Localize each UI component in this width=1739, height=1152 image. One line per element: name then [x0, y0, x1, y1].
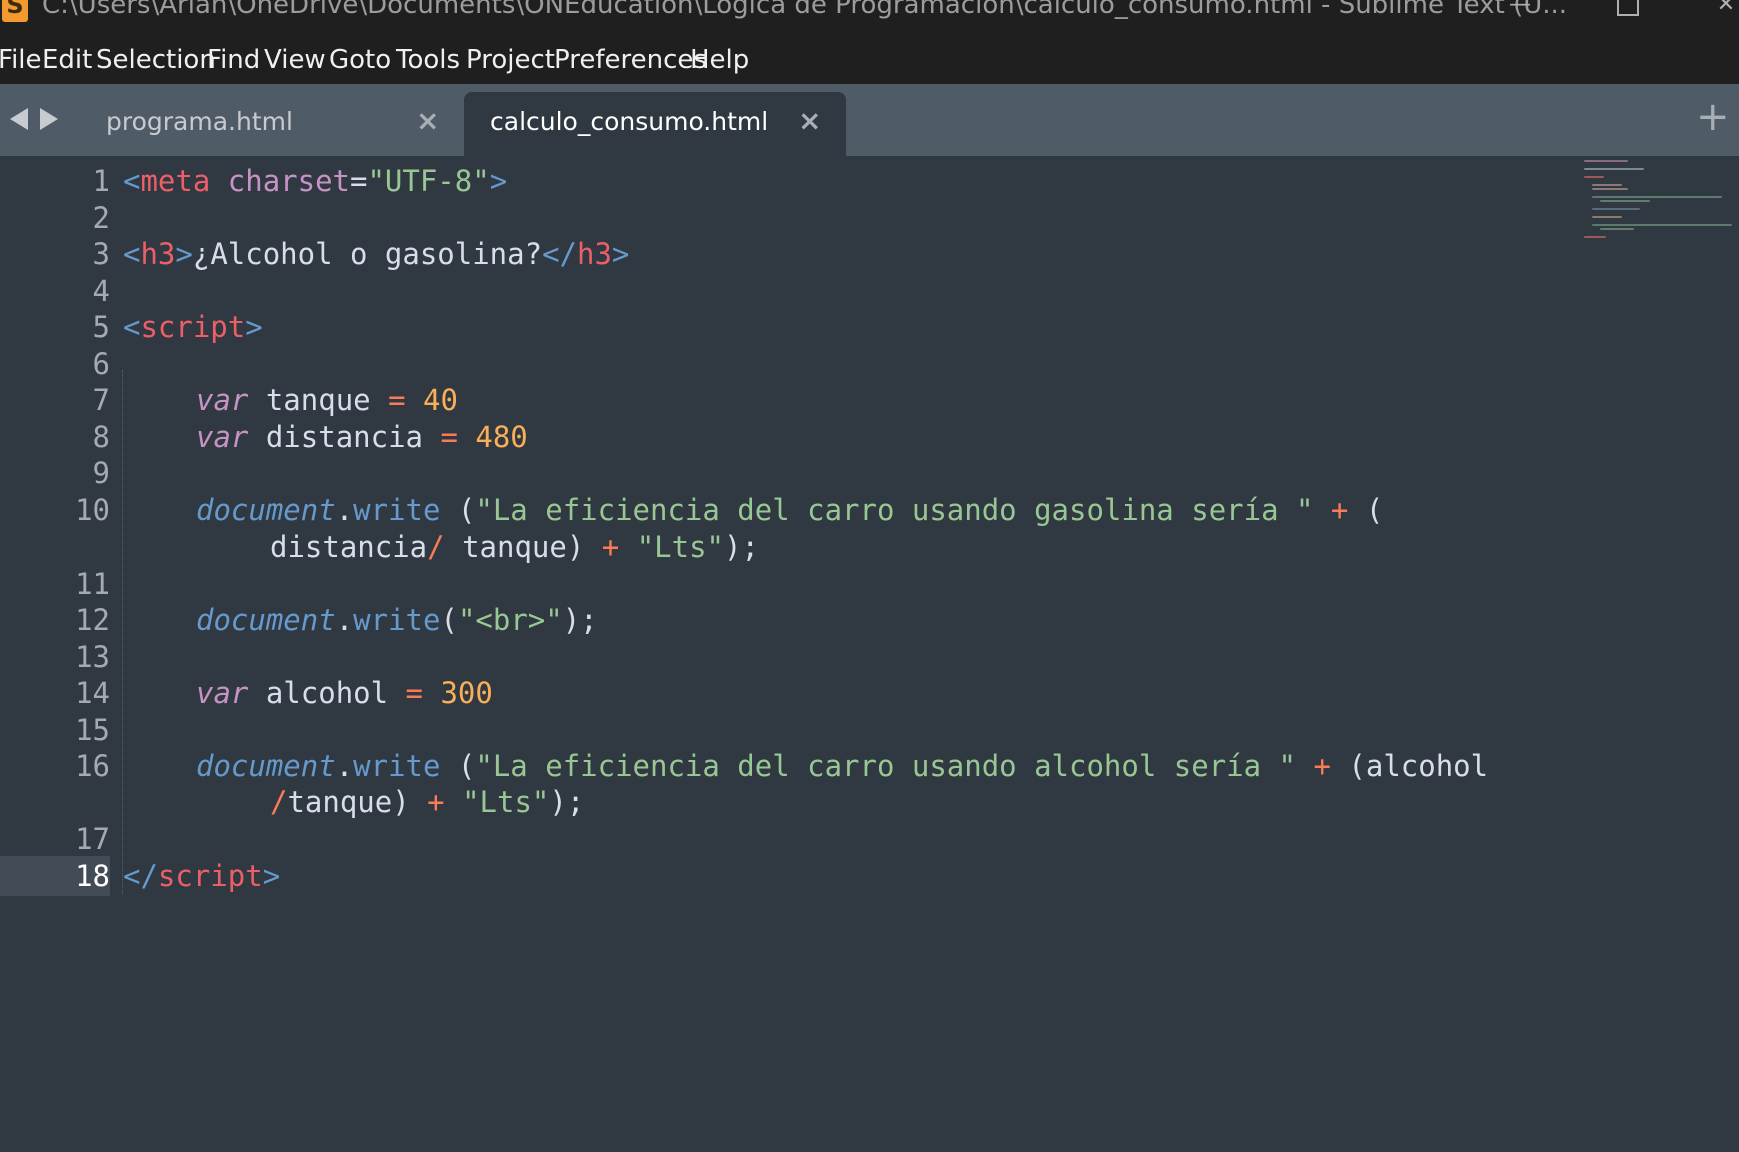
previous-tab-arrow-icon[interactable]	[10, 108, 28, 130]
line-number: 8	[92, 420, 110, 454]
line-number: 9	[92, 456, 110, 490]
minimap-line	[1584, 168, 1644, 170]
sublime-text-logo-icon: S	[2, 0, 28, 22]
tab-programa-html[interactable]: programa.html ×	[80, 92, 460, 156]
code-line-16-wrap: /tanque) + "Lts");	[270, 785, 585, 819]
menu-view[interactable]: View	[264, 45, 326, 75]
close-tab-icon[interactable]: ×	[416, 104, 439, 137]
menu-project[interactable]: Project	[466, 45, 555, 75]
maximize-button[interactable]	[1617, 0, 1639, 16]
code-line-8: var distancia = 480	[196, 420, 528, 454]
menu-bar: File Edit Selection Find View Goto Tools…	[0, 39, 1739, 84]
line-number: 13	[75, 640, 110, 674]
minimap-line	[1584, 160, 1628, 162]
close-tab-icon[interactable]: ×	[798, 104, 821, 137]
menu-help[interactable]: Help	[690, 45, 749, 75]
code-line-18: </script>	[123, 859, 281, 893]
line-number: 15	[75, 713, 110, 747]
line-number: 4	[92, 274, 110, 308]
minimap-line	[1592, 216, 1622, 218]
minimap-line	[1584, 176, 1604, 178]
tab-bar: programa.html × calculo_consumo.html × +	[0, 84, 1739, 156]
menu-preferences[interactable]: Preferences	[554, 45, 707, 75]
window-title: C:\Users\Arian\OneDrive\Documents\ONEduc…	[42, 0, 1568, 20]
line-number: 17	[75, 822, 110, 856]
minimize-button[interactable]: —	[1500, 0, 1540, 22]
minimap-line	[1600, 228, 1634, 230]
minimap-line	[1592, 208, 1640, 210]
new-tab-plus-icon[interactable]: +	[1696, 94, 1730, 140]
line-number: 7	[92, 383, 110, 417]
minimap[interactable]	[1584, 158, 1734, 258]
minimap-line	[1592, 188, 1628, 190]
menu-selection[interactable]: Selection	[96, 45, 216, 75]
line-number: 1	[92, 164, 110, 198]
minimap-line	[1592, 224, 1732, 226]
menu-find[interactable]: Find	[207, 45, 260, 75]
line-number: 3	[92, 237, 110, 271]
minimap-line	[1584, 236, 1606, 238]
menu-file[interactable]: File	[0, 45, 42, 75]
code-editor[interactable]: 1 2 3 4 5 6 7 8 9 10 11 12 13 14 15 16 1…	[0, 156, 1739, 1152]
line-number-current: 18	[0, 856, 110, 896]
line-number: 2	[92, 201, 110, 235]
tab-label: programa.html	[106, 107, 293, 136]
code-line-10: document.write ("La eficiencia del carro…	[196, 493, 1384, 527]
code-line-1: <meta charset="UTF-8">	[123, 164, 508, 198]
line-number: 16	[75, 749, 110, 783]
code-line-3: <h3>¿Alcohol o gasolina?</h3>	[123, 237, 630, 271]
line-number: 6	[92, 347, 110, 381]
code-line-16: document.write ("La eficiencia del carro…	[196, 749, 1489, 783]
code-line-12: document.write("<br>");	[196, 603, 598, 637]
menu-edit[interactable]: Edit	[42, 45, 92, 75]
next-tab-arrow-icon[interactable]	[40, 108, 58, 130]
code-line-14: var alcohol = 300	[196, 676, 493, 710]
line-number: 14	[75, 676, 110, 710]
line-number: 10	[75, 493, 110, 527]
menu-tools[interactable]: Tools	[396, 45, 460, 75]
tab-calculo-consumo-html[interactable]: calculo_consumo.html ×	[464, 92, 846, 156]
menu-goto[interactable]: Goto	[329, 45, 391, 75]
tab-label: calculo_consumo.html	[490, 107, 769, 136]
line-number: 11	[75, 567, 110, 601]
code-line-7: var tanque = 40	[196, 383, 458, 417]
minimap-line	[1592, 196, 1722, 198]
title-bar: S C:\Users\Arian\OneDrive\Documents\ONEd…	[0, 0, 1739, 39]
close-window-button[interactable]: ✕	[1706, 0, 1739, 22]
code-line-10-wrap: distancia/ tanque) + "Lts");	[270, 530, 759, 564]
code-line-5: <script>	[123, 310, 263, 344]
line-number: 5	[92, 310, 110, 344]
minimap-line	[1592, 184, 1622, 186]
line-number: 12	[75, 603, 110, 637]
minimap-line	[1600, 200, 1650, 202]
indent-guide	[122, 370, 123, 894]
